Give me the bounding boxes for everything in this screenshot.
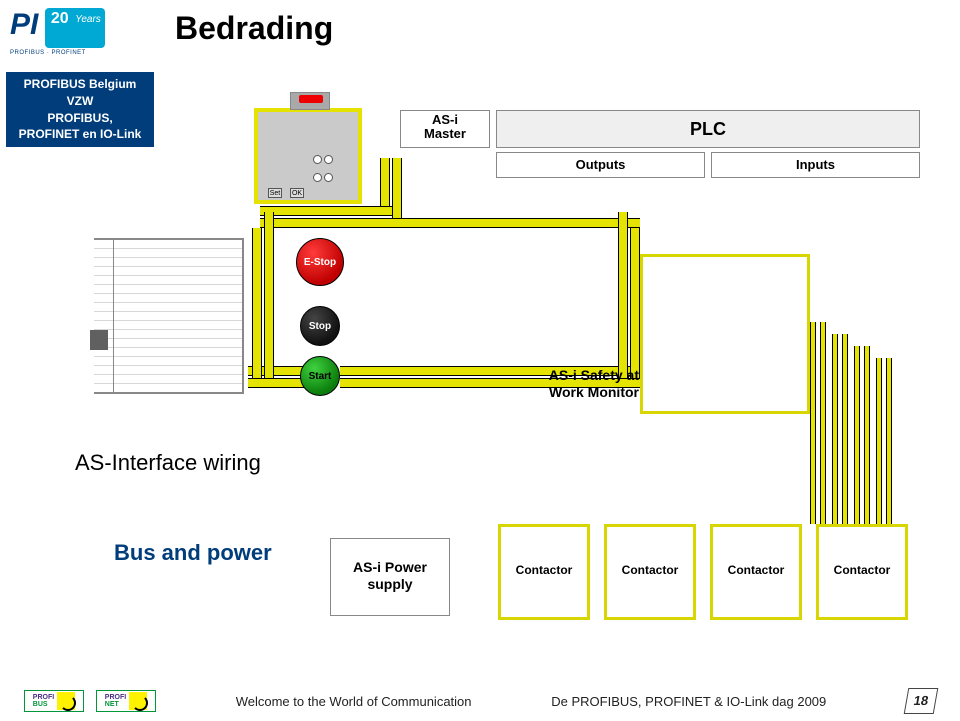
bus-segment bbox=[630, 228, 640, 378]
profinet-icon bbox=[129, 692, 147, 710]
diagram-stage: Set OK AS-i Master PLC Outputs Inputs E-… bbox=[0, 0, 960, 721]
rail-contactor bbox=[886, 358, 892, 524]
start-button[interactable]: Start bbox=[300, 356, 340, 396]
profibus-logo: PROFI BUS bbox=[24, 690, 84, 712]
device-button-set[interactable]: Set bbox=[268, 188, 282, 198]
page-number: 18 bbox=[904, 688, 939, 714]
footer-right-text: De PROFIBUS, PROFINET & IO-Link dag 2009 bbox=[551, 694, 826, 709]
bus-segment bbox=[618, 212, 628, 378]
contactor-4: Contactor bbox=[816, 524, 908, 620]
contactor-1: Contactor bbox=[498, 524, 590, 620]
rail-contactor bbox=[876, 358, 882, 524]
bus-segment bbox=[380, 158, 390, 206]
rail-contactor bbox=[810, 322, 816, 524]
asi-master-device: Set OK bbox=[254, 108, 362, 204]
footer: PROFI BUS PROFI NET Welcome to the World… bbox=[0, 681, 960, 721]
stop-button[interactable]: Stop bbox=[300, 306, 340, 346]
device-button-ok[interactable]: OK bbox=[290, 188, 304, 198]
plc-outputs: Outputs bbox=[496, 152, 705, 178]
contactor-2: Contactor bbox=[604, 524, 696, 620]
footer-left-text: Welcome to the World of Communication bbox=[236, 694, 472, 709]
gate-hinge bbox=[94, 240, 114, 392]
rail-contactor bbox=[842, 334, 848, 524]
profibus-icon bbox=[57, 692, 75, 710]
footer-logos: PROFI BUS PROFI NET bbox=[24, 690, 156, 712]
plc-inputs: Inputs bbox=[711, 152, 920, 178]
bus-and-power-label: Bus and power bbox=[114, 540, 272, 566]
plc-label: PLC bbox=[496, 110, 920, 148]
rail-contactor bbox=[832, 334, 838, 524]
safety-monitor: AS-i Safety at Work Monitor bbox=[640, 254, 810, 414]
asi-power-supply: AS-i Power supply bbox=[330, 538, 450, 616]
asi-master-label: AS-i Master bbox=[400, 110, 490, 148]
bus-segment bbox=[260, 218, 640, 228]
profinet-logo: PROFI NET bbox=[96, 690, 156, 712]
estop-button[interactable]: E-Stop bbox=[296, 238, 344, 286]
device-leds bbox=[312, 152, 342, 182]
rail-contactor bbox=[854, 346, 860, 524]
bus-segment bbox=[260, 206, 400, 216]
monitor-label: AS-i Safety at Work Monitor bbox=[519, 367, 639, 401]
bus-segment bbox=[252, 228, 262, 378]
rail-contactor bbox=[864, 346, 870, 524]
gate-lock-icon bbox=[90, 330, 108, 350]
device-cap-connector bbox=[290, 92, 330, 110]
wiring-label: AS-Interface wiring bbox=[75, 450, 261, 476]
contactor-3: Contactor bbox=[710, 524, 802, 620]
safety-gate bbox=[94, 238, 244, 394]
bus-segment bbox=[248, 378, 308, 388]
bus-segment bbox=[264, 212, 274, 378]
rail-contactor bbox=[820, 322, 826, 524]
plc-block: AS-i Master PLC Outputs Inputs bbox=[400, 110, 920, 180]
